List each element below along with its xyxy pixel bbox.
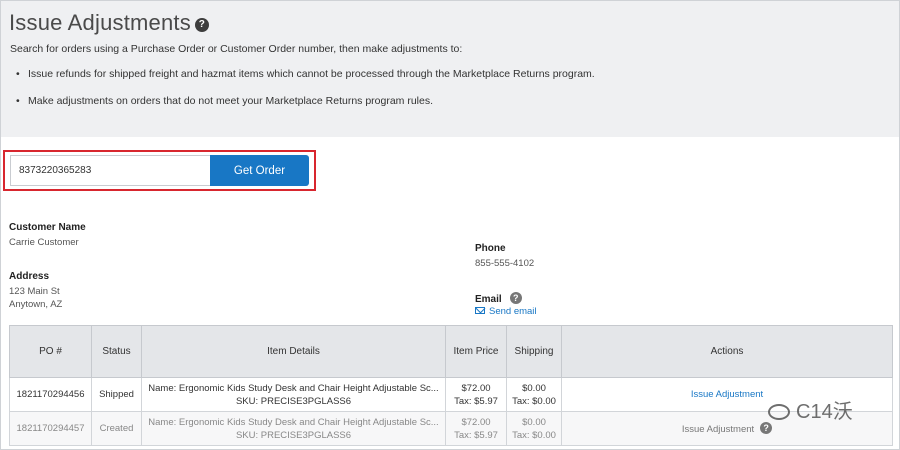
get-order-button[interactable]: Get Order [210, 155, 309, 186]
item-sku: SKU: PRECISE3PGLASS6 [235, 395, 352, 407]
send-email-link[interactable]: Send email [475, 306, 537, 317]
customer-name: Carrie Customer [9, 237, 79, 248]
email-label: Email? [475, 292, 522, 305]
item-details: Name: Ergonomic Kids Study Desk and Chai… [141, 377, 446, 412]
column-header-item-details: Item Details [141, 325, 446, 378]
item-name: Name: Ergonomic Kids Study Desk and Chai… [148, 416, 439, 428]
phone-label: Phone [475, 243, 506, 254]
issue-adjustment-disabled: Issue Adjustment [681, 423, 755, 435]
column-header-shipping: Shipping [506, 325, 562, 378]
item-sku: SKU: PRECISE3PGLASS6 [235, 429, 352, 441]
po-number: 1821170294457 [9, 411, 92, 446]
order-status: Shipped [91, 377, 142, 412]
column-header-status: Status [91, 325, 142, 378]
orders-table: PO # Status Item Details Item Price Ship… [9, 325, 893, 446]
customer-name-label: Customer Name [9, 222, 86, 233]
column-header-item-price: Item Price [445, 325, 507, 378]
item-price: $72.00 Tax: $5.97 [445, 377, 507, 412]
item-name: Name: Ergonomic Kids Study Desk and Chai… [148, 382, 439, 394]
item-price: $72.00 Tax: $5.97 [445, 411, 507, 446]
item-details: Name: Ergonomic Kids Study Desk and Chai… [141, 411, 446, 446]
address-line-2: Anytown, AZ [9, 299, 63, 310]
table-header-row: PO # Status Item Details Item Price Ship… [9, 325, 893, 378]
column-header-po: PO # [9, 325, 92, 378]
order-status: Created [91, 411, 142, 446]
po-number: 1821170294456 [9, 377, 92, 412]
phone-value: 855-555-4102 [475, 258, 535, 269]
page-subtitle: Search for orders using a Purchase Order… [10, 43, 463, 55]
page-header: Issue Adjustments? Search for orders usi… [1, 1, 899, 137]
mail-icon [475, 307, 485, 314]
bullet-item: Make adjustments on orders that do not m… [16, 95, 433, 107]
shipping: $0.00 Tax: $0.00 [506, 377, 562, 412]
help-icon[interactable]: ? [194, 18, 209, 32]
address-line-1: 123 Main St [9, 286, 60, 297]
order-number-input[interactable] [10, 155, 211, 186]
shipping: $0.00 Tax: $0.00 [506, 411, 562, 446]
wechat-icon [768, 404, 790, 420]
address-label: Address [9, 271, 50, 282]
bullet-item: Issue refunds for shipped freight and ha… [16, 68, 595, 80]
table-row: 1821170294457 Created Name: Ergonomic Ki… [9, 411, 893, 446]
issue-adjustment-link[interactable]: Issue Adjustment [691, 389, 763, 400]
page-title: Issue Adjustments? [9, 10, 209, 36]
table-row: 1821170294456 Shipped Name: Ergonomic Ki… [9, 377, 893, 412]
watermark: C14沃 [768, 395, 853, 424]
email-help-icon[interactable]: ? [509, 292, 522, 304]
column-header-actions: Actions [561, 325, 893, 378]
